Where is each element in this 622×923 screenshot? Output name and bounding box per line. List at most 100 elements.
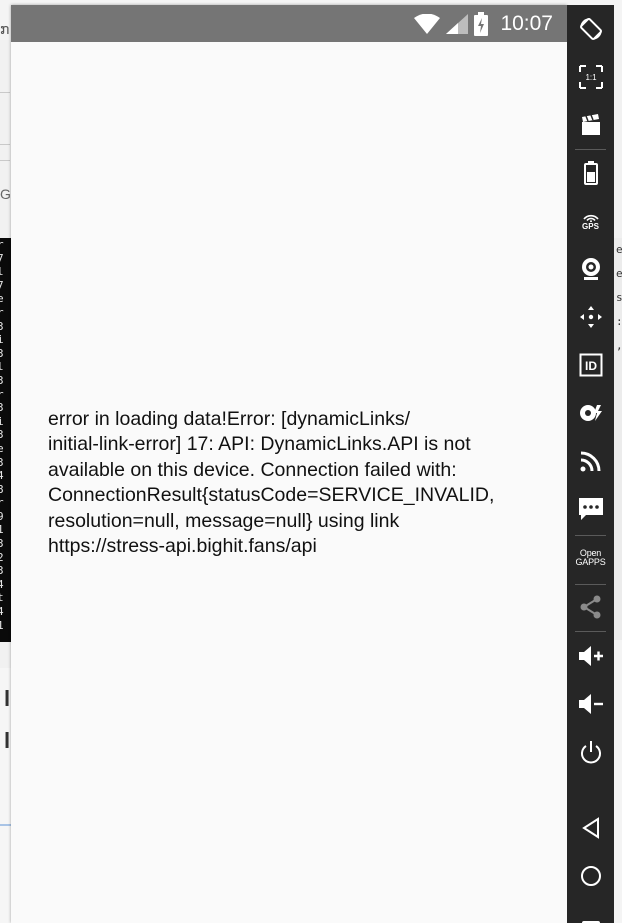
battery-icon bbox=[583, 161, 598, 185]
volume-up-icon bbox=[578, 646, 603, 666]
terminal-glyph: 4 bbox=[0, 605, 4, 619]
terminal-glyph: 3 bbox=[0, 401, 4, 415]
terminal-glyph: e bbox=[616, 267, 622, 280]
open-gapps-button[interactable]: Open GAPPS bbox=[567, 538, 614, 578]
gps-button[interactable]: GPS bbox=[567, 201, 614, 241]
terminal-glyph: 3 bbox=[0, 428, 4, 442]
battery-button[interactable] bbox=[567, 153, 614, 193]
device-screen: 10:07 error in loading data!Error: [dyna… bbox=[11, 5, 567, 923]
terminal-glyph: s bbox=[616, 291, 622, 304]
terminal-glyph: 3 bbox=[0, 537, 4, 551]
power-icon bbox=[580, 741, 601, 764]
terminal-glyph: l bbox=[0, 360, 4, 374]
terminal-glyph: r bbox=[0, 496, 4, 510]
background-glyph: ກ bbox=[0, 22, 10, 38]
volume-up-button[interactable] bbox=[567, 636, 614, 676]
recent-apps-icon bbox=[581, 921, 600, 923]
terminal-glyph: r bbox=[0, 238, 4, 251]
terminal-glyph: i bbox=[0, 333, 4, 347]
cell-signal-icon bbox=[446, 13, 469, 34]
terminal-glyph: 9 bbox=[0, 509, 4, 523]
power-button[interactable] bbox=[567, 732, 614, 772]
identifiers-icon: ID bbox=[579, 353, 602, 377]
home-icon bbox=[580, 866, 601, 886]
home-button[interactable] bbox=[567, 856, 614, 896]
background-terminal-left: r7l7er3i3l3r3i3e348r913234t41 bbox=[0, 238, 11, 642]
terminal-glyph: : bbox=[616, 315, 622, 328]
emulator-toolbar: 1:1 GPS ID Open GAPPS bbox=[567, 5, 614, 923]
terminal-glyph: , bbox=[616, 339, 622, 352]
share-button[interactable] bbox=[567, 587, 614, 627]
terminal-glyph: e bbox=[616, 243, 622, 256]
terminal-glyph: 2 bbox=[0, 550, 4, 564]
terminal-glyph: e bbox=[0, 441, 4, 455]
volume-down-button[interactable] bbox=[567, 684, 614, 724]
back-icon bbox=[581, 817, 599, 839]
terminal-glyph: 3 bbox=[0, 346, 4, 360]
gps-label: GPS bbox=[582, 221, 599, 231]
background-mark: l bbox=[4, 728, 11, 753]
sms-icon bbox=[578, 498, 603, 520]
terminal-glyph: 1 bbox=[0, 618, 4, 632]
rotate-button[interactable] bbox=[567, 9, 614, 49]
screen-record-icon bbox=[581, 114, 600, 135]
pixel-perfect-button[interactable]: 1:1 bbox=[567, 57, 614, 97]
remote-control-button[interactable] bbox=[567, 297, 614, 337]
battery-charging-icon bbox=[474, 11, 489, 36]
status-bar: 10:07 bbox=[11, 5, 567, 42]
desktop-background: ກ G r7l7er3i3l3r3i3e348r913234t41 ees:, … bbox=[0, 0, 622, 923]
camera-button[interactable] bbox=[567, 249, 614, 289]
toolbar-divider bbox=[575, 149, 606, 150]
toolbar-divider bbox=[575, 535, 606, 536]
terminal-glyph: 7 bbox=[0, 251, 4, 265]
volume-down-icon bbox=[578, 694, 603, 714]
nfc-button[interactable] bbox=[567, 393, 614, 433]
share-icon bbox=[580, 595, 600, 619]
network-button[interactable] bbox=[567, 441, 614, 481]
pixel-perfect-icon: 1:1 bbox=[578, 65, 603, 89]
background-terminal-right: ees:, bbox=[614, 238, 622, 642]
back-button[interactable] bbox=[567, 808, 614, 848]
terminal-glyph: 7 bbox=[0, 278, 4, 292]
identifiers-button[interactable]: ID bbox=[567, 345, 614, 385]
terminal-glyph: 4 bbox=[0, 469, 4, 483]
rotate-icon bbox=[579, 18, 602, 40]
terminal-glyph: 3 bbox=[0, 319, 4, 333]
remote-control-icon bbox=[579, 306, 602, 328]
camera-icon bbox=[581, 258, 600, 280]
terminal-glyph: e bbox=[0, 292, 4, 306]
terminal-glyph: r bbox=[0, 305, 4, 319]
toolbar-divider bbox=[575, 584, 606, 585]
background-panel-right bbox=[614, 640, 622, 923]
background-mark: l bbox=[4, 686, 11, 711]
svg-text:ID: ID bbox=[585, 359, 597, 373]
background-text: G bbox=[0, 186, 11, 202]
terminal-glyph: 3 bbox=[0, 455, 4, 469]
terminal-glyph: 3 bbox=[0, 373, 4, 387]
background-divider bbox=[0, 160, 10, 161]
wifi-icon bbox=[414, 13, 441, 34]
terminal-glyph: 4 bbox=[0, 577, 4, 591]
recent-apps-button[interactable] bbox=[567, 904, 614, 923]
background-divider bbox=[0, 824, 11, 826]
nfc-icon bbox=[579, 405, 602, 421]
terminal-glyph: t bbox=[0, 591, 4, 605]
gps-icon bbox=[582, 214, 599, 222]
background-divider bbox=[0, 92, 10, 93]
terminal-glyph: 1 bbox=[0, 523, 4, 537]
error-message: error in loading data!Error: [dynamicLin… bbox=[48, 408, 495, 558]
svg-text:1:1: 1:1 bbox=[585, 73, 597, 82]
terminal-glyph: r bbox=[0, 387, 4, 401]
terminal-glyph: l bbox=[0, 265, 4, 279]
open-gapps-icon: Open GAPPS bbox=[575, 549, 607, 567]
toolbar-divider bbox=[575, 631, 606, 632]
terminal-glyph: i bbox=[0, 414, 4, 428]
terminal-glyph: 3 bbox=[0, 564, 4, 578]
open-gapps-label: Open GAPPS bbox=[575, 548, 606, 567]
sms-button[interactable] bbox=[567, 489, 614, 529]
screen-record-button[interactable] bbox=[567, 105, 614, 145]
status-time: 10:07 bbox=[500, 11, 553, 35]
terminal-glyph: 8 bbox=[0, 482, 4, 496]
network-icon bbox=[580, 451, 600, 472]
background-divider bbox=[0, 144, 10, 145]
